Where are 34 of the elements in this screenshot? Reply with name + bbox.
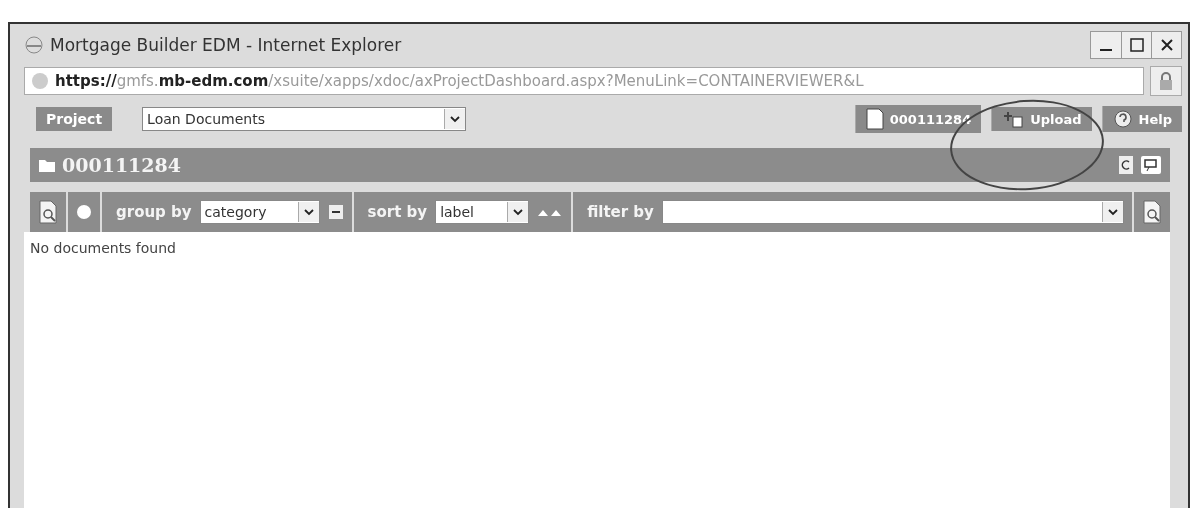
dropdown-caret-icon [303, 208, 314, 216]
document-icon [865, 108, 884, 130]
url-text: https://gmfs.mb-edm.com/xsuite/xapps/xdoc/axProjectDashboard.aspx?MenuLink=CONTAINERVIEWER&L [55, 72, 864, 90]
filter-by-label: filter by [587, 203, 654, 221]
window-title: Mortgage Builder EDM - Internet Explorer [50, 35, 402, 55]
folder-title: 000111284 [62, 154, 181, 176]
close-icon [1159, 38, 1174, 52]
dot-icon [76, 204, 92, 220]
dropdown-caret-icon [513, 208, 524, 216]
project-label: Project [36, 107, 113, 131]
upload-icon [1002, 110, 1025, 128]
project-dropdown[interactable]: Loan Documents [142, 107, 467, 131]
sort-by-label: sort by [367, 203, 428, 221]
dropdown-caret-icon [450, 115, 461, 123]
collapse-button[interactable] [327, 204, 344, 220]
sort-by-dropdown[interactable]: label [435, 200, 530, 224]
preview-button[interactable] [1142, 200, 1162, 224]
empty-message: No documents found [30, 240, 176, 256]
lock-icon [1158, 71, 1174, 91]
filter-by-dropdown[interactable] [661, 200, 1124, 224]
maximize-icon [1129, 38, 1144, 52]
globe-icon [31, 72, 49, 90]
minimize-icon [1100, 49, 1112, 51]
minus-icon [327, 204, 344, 220]
document-search-icon [1142, 200, 1162, 224]
folder-icon [38, 157, 56, 173]
search-documents-button[interactable] [38, 200, 58, 224]
group-by-label: group by [116, 203, 192, 221]
group-by-dropdown[interactable]: category [199, 200, 320, 224]
document-search-icon [38, 200, 58, 224]
browser-icon [24, 35, 44, 55]
help-icon [1112, 109, 1133, 129]
address-field[interactable]: https://gmfs.mb-edm.com/xsuite/xapps/xdoc/axProjectDashboard.aspx?MenuLink=CONTAINERVIEWER&L [24, 67, 1144, 95]
dropdown-caret-icon [1108, 208, 1118, 216]
